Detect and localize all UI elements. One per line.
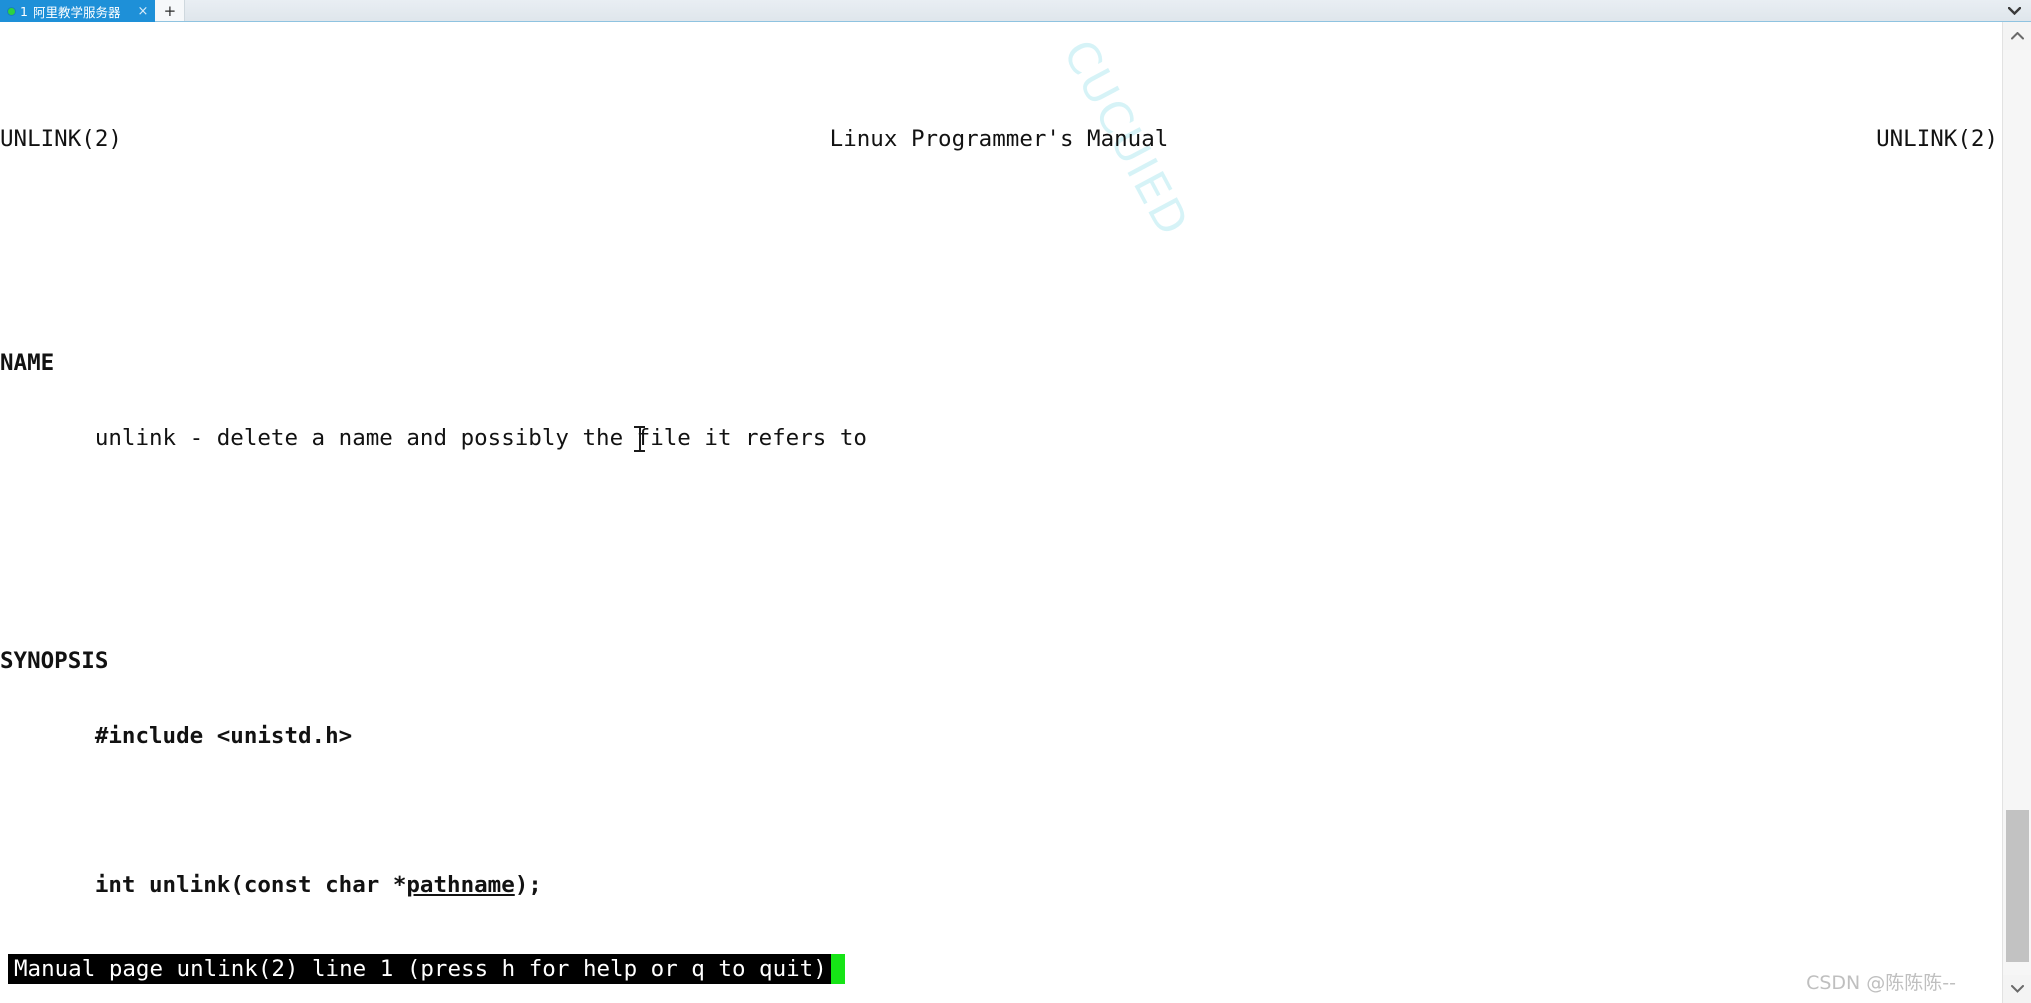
block-cursor (830, 954, 845, 984)
tab-index: 1 (20, 3, 28, 19)
synopsis-prototype-arg: pathname (406, 871, 515, 898)
terminal-window: 1 阿里教学服务器 × + CUCUIED UNLINK(2) Linux Pr… (0, 0, 2031, 1003)
tab-title: 阿里教学服务器 (32, 4, 121, 20)
vertical-scrollbar[interactable] (2002, 22, 2031, 1003)
section-heading-synopsis: SYNOPSIS (0, 648, 109, 675)
less-status-bar: Manual page unlink(2) line 1 (press h fo… (8, 954, 845, 984)
section-body-name: unlink - delete a name and possibly the … (0, 424, 867, 451)
chevron-up-icon[interactable] (2003, 22, 2031, 50)
tab-ali-teaching-server[interactable]: 1 阿里教学服务器 × (0, 0, 156, 22)
synopsis-prototype: int unlink(const char *pathname); (0, 871, 2002, 898)
connected-dot-icon (8, 7, 15, 15)
terminal-content[interactable]: CUCUIED UNLINK(2) Linux Programmer's Man… (0, 22, 2002, 1003)
man-header-center: Linux Programmer's Manual (829, 126, 1169, 153)
man-header-left: UNLINK(2) (0, 126, 122, 153)
scroll-thumb[interactable] (2006, 810, 2029, 962)
synopsis-prototype-post: ); (514, 871, 542, 898)
scrollbar-track[interactable] (2003, 50, 2031, 975)
chevron-down-icon[interactable] (1997, 0, 2031, 21)
close-icon[interactable]: × (137, 5, 148, 18)
man-header-right: UNLINK(2) (1876, 126, 1998, 153)
synopsis-prototype-pre: int unlink(const char * (0, 871, 407, 898)
tab-bar: 1 阿里教学服务器 × + (0, 0, 2031, 22)
man-page: UNLINK(2) Linux Programmer's Manual UNLI… (0, 22, 2002, 1003)
status-bar-text: Manual page unlink(2) line 1 (press h fo… (8, 954, 831, 984)
tab-bar-empty-area (185, 0, 1997, 21)
chevron-down-icon[interactable] (2003, 975, 2031, 1003)
new-tab-button[interactable]: + (155, 0, 186, 21)
section-heading-name: NAME (0, 349, 55, 376)
man-header-line: UNLINK(2) Linux Programmer's Manual UNLI… (0, 127, 2002, 152)
synopsis-include: #include <unistd.h> (0, 722, 353, 749)
